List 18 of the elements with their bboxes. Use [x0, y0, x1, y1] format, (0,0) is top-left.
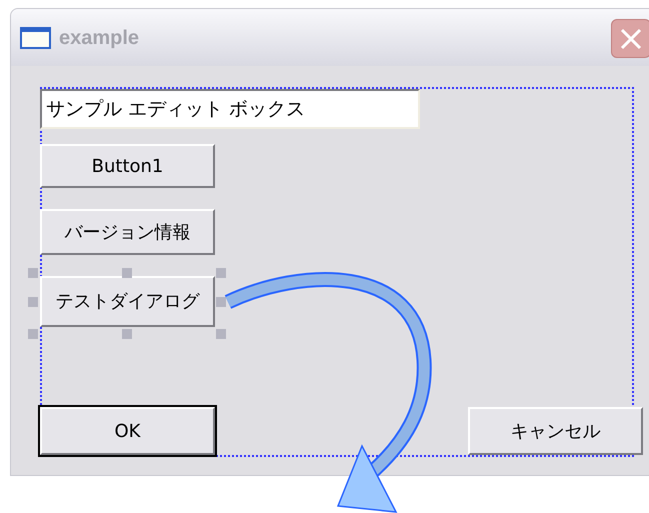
- window-icon: [20, 26, 51, 48]
- dialog-button[interactable]: Button1: [40, 144, 215, 188]
- selection-handle[interactable]: [28, 297, 38, 307]
- close-icon: [620, 28, 642, 50]
- dialog-button[interactable]: キャンセル: [468, 407, 643, 455]
- close-button[interactable]: [611, 19, 649, 58]
- window-title: example: [59, 26, 140, 50]
- selection-handle[interactable]: [28, 329, 38, 339]
- dialog-button[interactable]: テストダイアログ: [40, 276, 215, 327]
- selection-handle[interactable]: [216, 268, 226, 278]
- selection-handle[interactable]: [122, 268, 132, 278]
- edit-box[interactable]: サンプル エディット ボックス: [40, 89, 420, 129]
- dialog-button[interactable]: OK: [40, 407, 215, 455]
- selection-handle[interactable]: [122, 329, 132, 339]
- selection-handle[interactable]: [216, 297, 226, 307]
- selection-handle[interactable]: [28, 268, 38, 278]
- selection-handle[interactable]: [216, 329, 226, 339]
- dialog-button[interactable]: バージョン情報: [40, 209, 215, 255]
